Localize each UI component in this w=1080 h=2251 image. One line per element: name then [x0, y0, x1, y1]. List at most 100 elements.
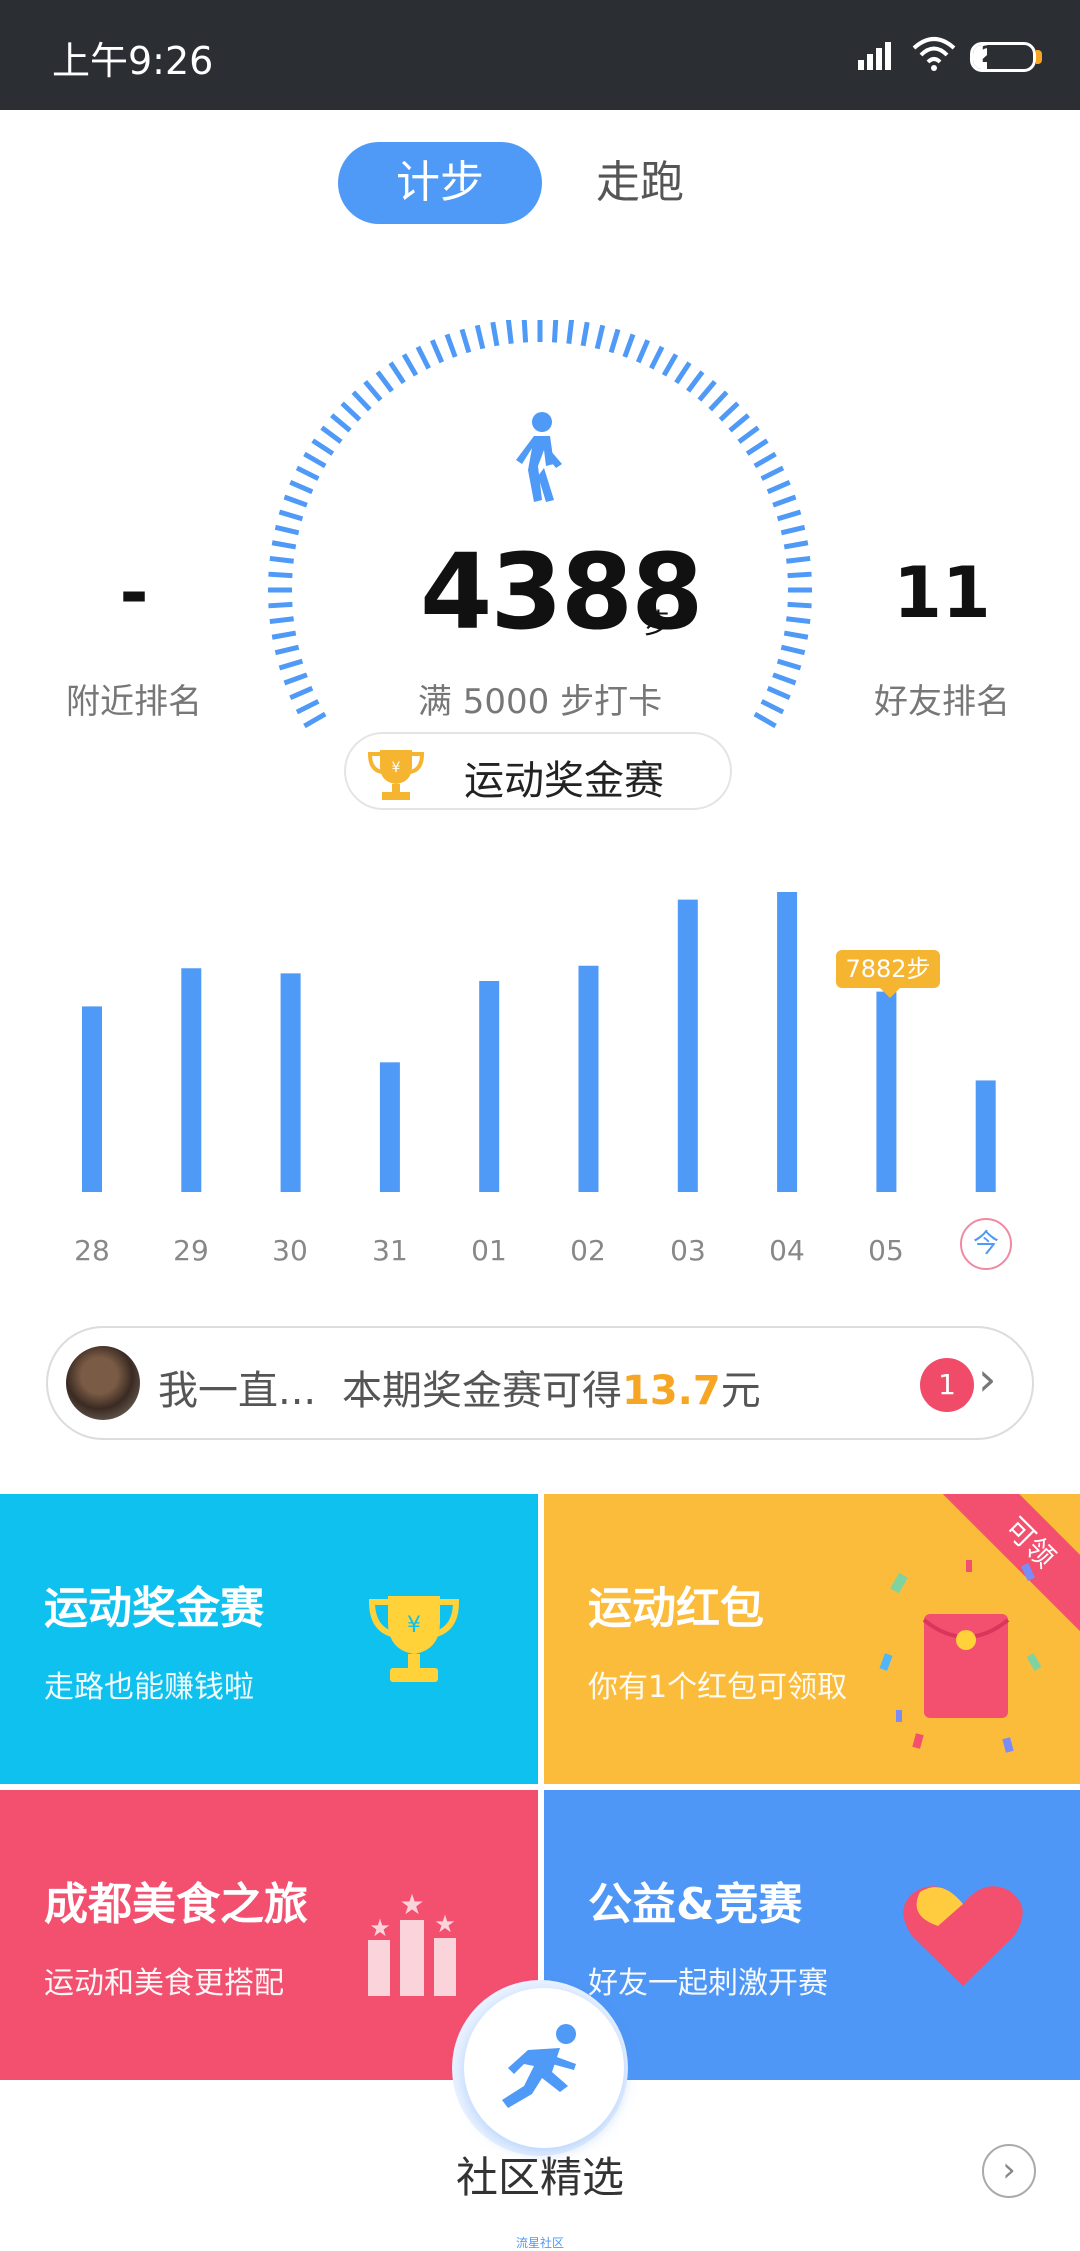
- chart-today-tick[interactable]: 今: [960, 1218, 1012, 1270]
- dial-tick: [303, 451, 327, 469]
- tab-walk-run[interactable]: 走跑: [560, 142, 720, 224]
- dial-tick: [760, 699, 785, 715]
- running-fab-button[interactable]: [464, 1988, 624, 2148]
- dial-tick: [271, 630, 297, 640]
- notification-badge: 1: [920, 1358, 974, 1412]
- dial-tick: [635, 339, 651, 364]
- dial-tick: [737, 425, 760, 444]
- chevron-right-icon: ›: [978, 1352, 997, 1406]
- dial-tick: [780, 644, 806, 656]
- dial-tick: [505, 320, 514, 344]
- notice-amount: 13.7: [622, 1368, 721, 1414]
- battery-tip: [1036, 50, 1042, 64]
- award-race-button[interactable]: ¥ 运动奖金赛: [344, 732, 732, 810]
- step-count: 4388: [420, 531, 703, 653]
- friend-rank-value: 11: [893, 552, 991, 634]
- dial-tick: [283, 494, 308, 508]
- dial-tick: [766, 479, 791, 495]
- notice-message: 本期奖金赛可得13.7元: [342, 1368, 761, 1414]
- heart-icon: [903, 1886, 1023, 1986]
- chart-bar-03[interactable]: [677, 899, 698, 1192]
- nearby-rank-label[interactable]: 附近排名: [24, 674, 244, 723]
- dial-tick: [320, 425, 343, 444]
- chart-bar-31[interactable]: [379, 1062, 400, 1192]
- dial-tick: [459, 328, 472, 354]
- card-subtitle: 走路也能赚钱啦: [44, 1670, 254, 1705]
- dial-tick: [772, 494, 797, 508]
- dial-tick: [375, 370, 394, 393]
- card-award-race[interactable]: 运动奖金赛 走路也能赚钱啦 ¥: [0, 1494, 538, 1784]
- friend-rank-label[interactable]: 好友排名: [832, 674, 1052, 723]
- dial-tick: [594, 324, 606, 350]
- battery-level: 24: [981, 43, 1012, 68]
- dial-tick: [745, 438, 769, 456]
- dial-tick: [268, 571, 293, 579]
- dial-tick: [787, 601, 812, 609]
- tab-step-count[interactable]: 计步: [338, 142, 542, 224]
- chart-bar-01[interactable]: [479, 980, 500, 1192]
- chart-bar-30[interactable]: [280, 973, 301, 1192]
- chart-bar-02[interactable]: [578, 965, 599, 1192]
- svg-text:★: ★: [434, 1910, 456, 1938]
- dial-tick: [783, 630, 809, 640]
- dial-tick: [580, 321, 590, 347]
- card-title: 成都美食之旅: [44, 1879, 308, 1930]
- dial-tick: [490, 321, 500, 347]
- walking-person-icon: [516, 412, 562, 502]
- svg-text:★: ★: [399, 1888, 424, 1921]
- trophy-icon: ¥: [368, 1596, 460, 1682]
- bonus-notice[interactable]: 我一直... 本期奖金赛可得13.7元 1 ›: [46, 1326, 1034, 1440]
- wifi-icon: [912, 37, 956, 71]
- selected-day-tooltip: 7882步: [836, 950, 940, 988]
- chart-bar-29[interactable]: [181, 968, 202, 1192]
- dial-tick: [303, 711, 327, 729]
- dial-tick: [330, 413, 352, 433]
- dial-tick: [289, 685, 314, 701]
- dial-tick: [753, 711, 777, 729]
- avatar: [66, 1346, 140, 1420]
- chevron-right-icon[interactable]: ›: [982, 2144, 1036, 2198]
- chart-bar-28[interactable]: [82, 1006, 102, 1192]
- card-subtitle: 好友一起刺激开赛: [588, 1966, 828, 2001]
- chart-bar-今[interactable]: [975, 1080, 996, 1192]
- dial-tick: [661, 353, 679, 377]
- dial-tick: [760, 465, 785, 481]
- chart-bar-05[interactable]: [876, 991, 897, 1192]
- chart-tick-label: 01: [471, 1234, 507, 1267]
- dial-tick: [521, 320, 529, 343]
- dial-tick: [551, 320, 559, 343]
- chart-tick-label: 05: [868, 1234, 904, 1267]
- running-person-icon: [502, 2024, 576, 2108]
- dial-tick: [786, 616, 811, 625]
- chart-tick-label: 28: [74, 1234, 110, 1267]
- card-red-envelope[interactable]: 运动红包 你有1个红包可领取 可领: [544, 1494, 1080, 1784]
- dial-tick: [566, 320, 575, 344]
- community-tiny-label: 流星社区: [515, 2236, 564, 2250]
- battery-icon: 24: [970, 42, 1036, 72]
- dial-tick: [274, 644, 300, 656]
- dial-tick: [786, 555, 811, 564]
- trophy-icon: ¥: [367, 750, 425, 800]
- dial-tick: [718, 401, 740, 422]
- dial-tick: [780, 524, 806, 536]
- chart-bar-04[interactable]: [777, 892, 798, 1192]
- dial-tick: [289, 479, 314, 495]
- dial-tick: [269, 616, 294, 625]
- dial-tick: [444, 333, 458, 358]
- card-charity-competition[interactable]: 公益&竞赛 好友一起刺激开赛: [544, 1790, 1080, 2080]
- dial-tick: [649, 345, 665, 370]
- dial-tick: [608, 328, 621, 354]
- dial-tick: [776, 658, 802, 671]
- notice-user-name: 我一直...: [158, 1368, 317, 1414]
- chart-tick-label: 30: [272, 1234, 308, 1267]
- podium-icon: ★ ★ ★: [368, 1888, 456, 1996]
- dial-tick: [622, 333, 636, 358]
- dial-tick: [278, 509, 304, 522]
- dial-tick: [787, 571, 812, 579]
- dial-tick: [783, 540, 809, 550]
- dial-tick: [753, 451, 777, 469]
- card-subtitle: 运动和美食更搭配: [44, 1966, 284, 2001]
- dial-tick: [271, 540, 297, 550]
- dial-tick: [388, 361, 406, 385]
- dial-tick: [295, 465, 320, 481]
